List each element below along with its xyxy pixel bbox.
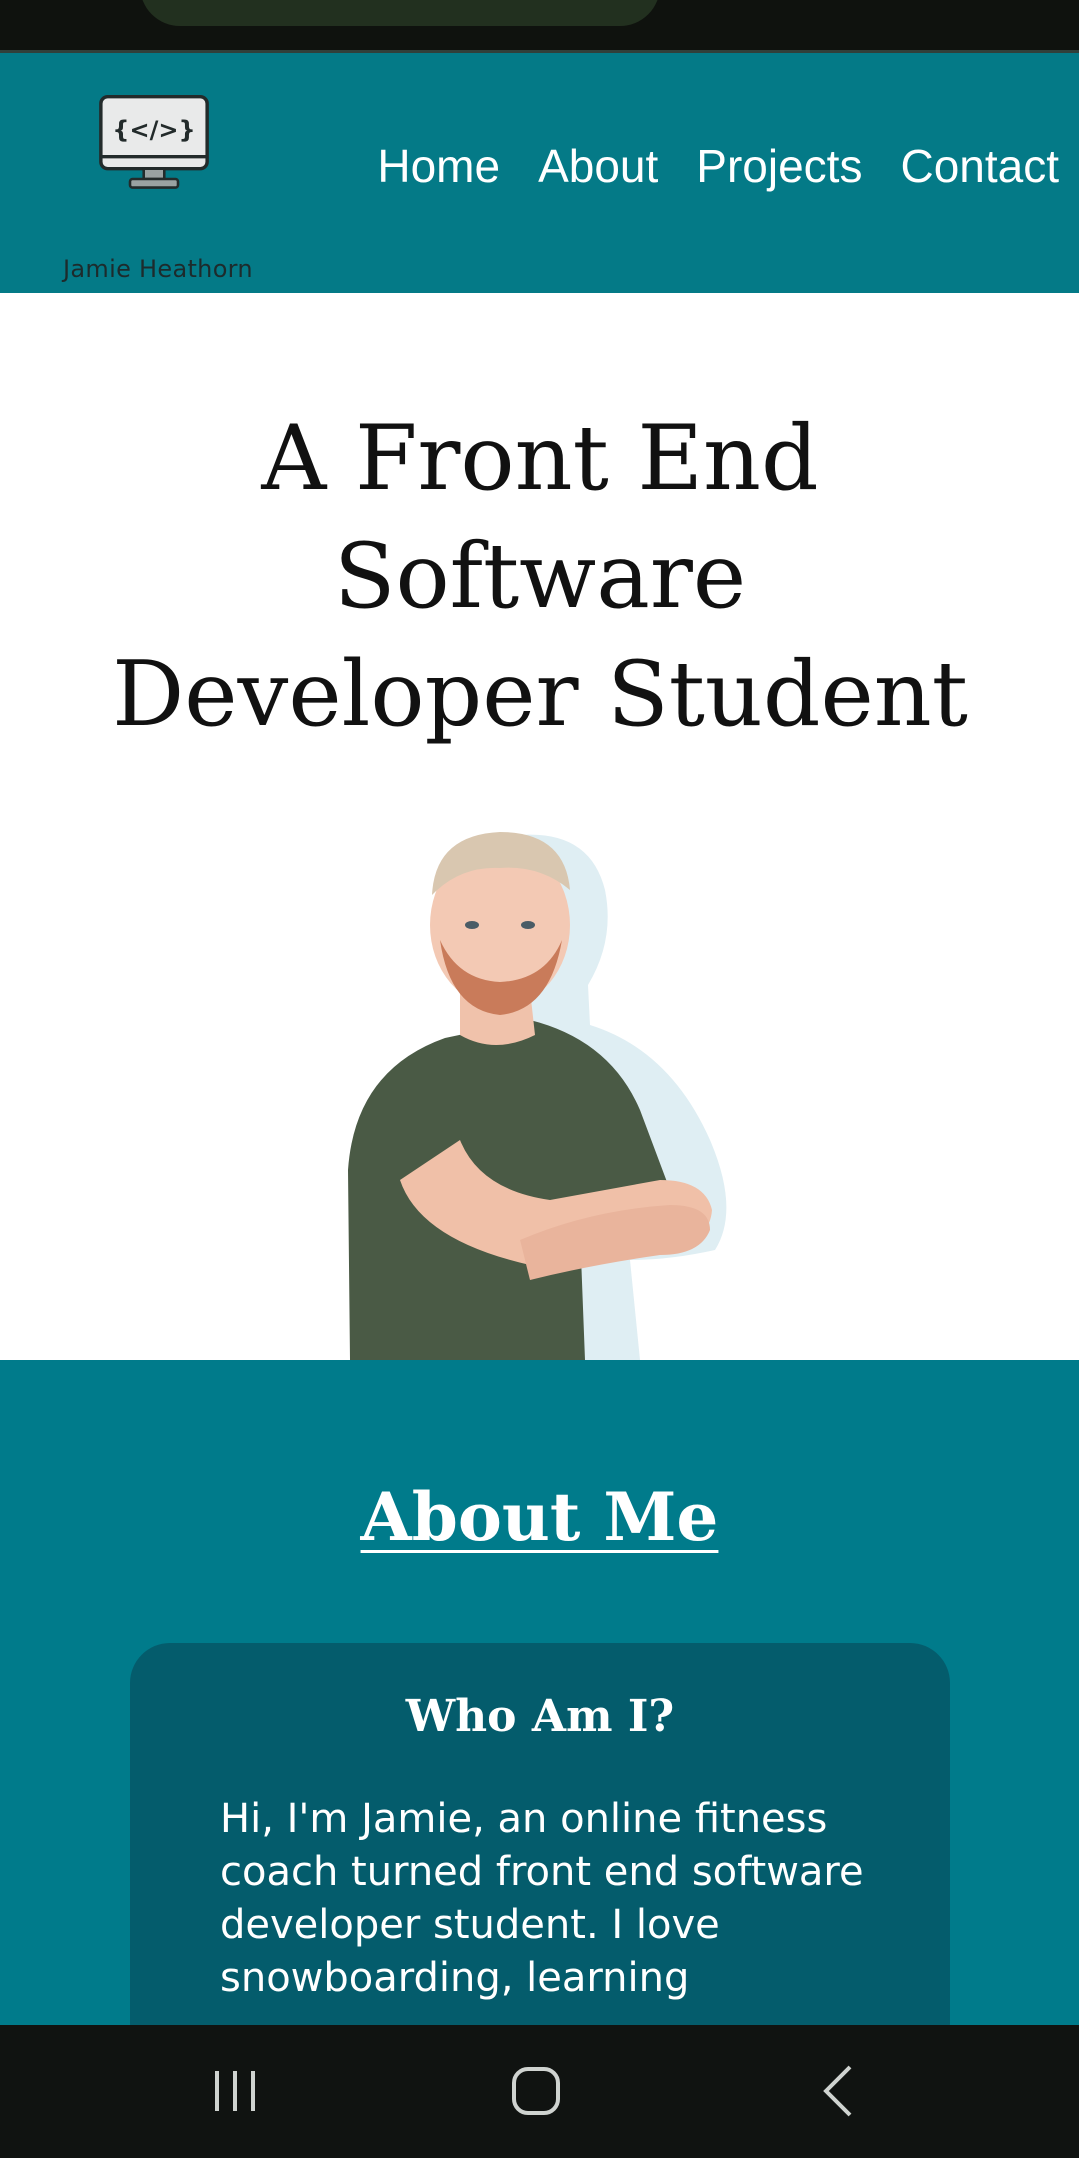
about-heading[interactable]: About Me <box>0 1478 1079 1556</box>
monitor-code-icon: {</>} <box>99 95 209 189</box>
main-nav: Home About Projects Contact <box>377 143 1059 189</box>
hero-title: A Front End Software Developer Student <box>90 400 990 754</box>
about-card: Who Am I? Hi, I'm Jamie, an online fitne… <box>130 1643 950 2063</box>
recent-apps-icon[interactable] <box>205 2061 265 2121</box>
card-text: Hi, I'm Jamie, an online fitness coach t… <box>220 1796 864 2001</box>
site-logo[interactable]: {</>} Jamie Heathorn <box>58 95 258 283</box>
hero-title-line2: Software <box>333 524 747 629</box>
back-icon[interactable] <box>810 2061 870 2121</box>
system-nav-bar <box>0 2025 1079 2158</box>
hero-title-line3: Developer Student <box>112 642 968 747</box>
nav-projects[interactable]: Projects <box>696 143 862 189</box>
home-icon[interactable] <box>506 2061 566 2121</box>
status-notch <box>140 0 660 26</box>
site-header: {</>} Jamie Heathorn Home About Projects… <box>0 53 1079 293</box>
nav-contact[interactable]: Contact <box>900 143 1059 189</box>
person-portrait-image <box>348 832 727 1360</box>
logo-glyph: {</>} <box>112 116 195 144</box>
nav-home[interactable]: Home <box>377 143 500 189</box>
status-bar <box>0 0 1079 50</box>
about-section: About Me Who Am I? Hi, I'm Jamie, an onl… <box>0 1360 1079 2063</box>
hero-title-line1: A Front End <box>261 406 819 511</box>
card-title: Who Am I? <box>405 1691 675 1742</box>
nav-about[interactable]: About <box>538 143 658 189</box>
logo-text: Jamie Heathorn <box>63 255 253 283</box>
